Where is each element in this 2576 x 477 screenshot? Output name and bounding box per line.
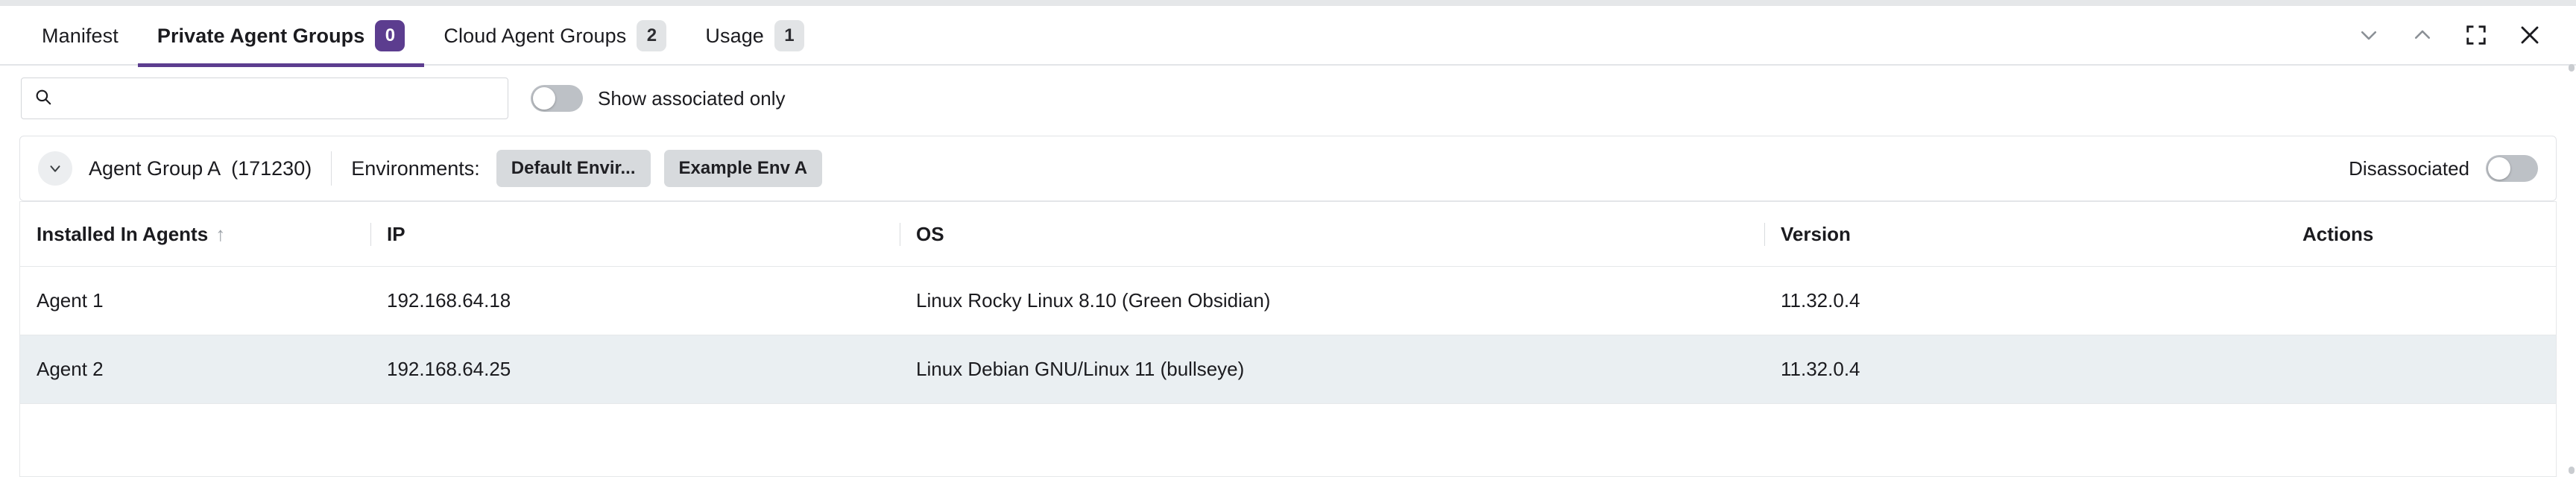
- environment-chip[interactable]: Default Envir...: [496, 150, 651, 187]
- toggle-knob: [2488, 157, 2510, 180]
- cell-os: Linux Debian GNU/Linux 11 (bullseye): [916, 358, 1245, 380]
- column-label: Installed In Agents: [37, 222, 209, 245]
- scrollbar-thumb-bottom[interactable]: [2569, 467, 2575, 474]
- disassociated-label: Disassociated: [2349, 157, 2469, 180]
- cell-agent: Agent 1: [37, 289, 104, 312]
- tab-usage[interactable]: Usage 1: [686, 6, 824, 66]
- divider: [331, 151, 332, 186]
- column-header-os[interactable]: OS: [900, 223, 1764, 246]
- cell-version: 11.32.0.4: [1781, 358, 1860, 380]
- scrollbar-thumb-top[interactable]: [2569, 64, 2575, 72]
- cell-agent: Agent 2: [37, 358, 104, 380]
- search-box[interactable]: [21, 78, 508, 119]
- toolbar: Show associated only: [0, 66, 2576, 131]
- environment-chip[interactable]: Example Env A: [663, 150, 823, 187]
- agent-group-header: Agent Group A (171230) Environments: Def…: [19, 136, 2557, 201]
- cell-ip: 192.168.64.25: [387, 358, 511, 380]
- column-label: IP: [387, 222, 405, 245]
- disassociated-toggle[interactable]: [2486, 155, 2538, 182]
- tab-badge-count: 0: [375, 20, 405, 51]
- cell-ip: 192.168.64.18: [387, 289, 511, 312]
- agent-group-name: Agent Group A: [89, 157, 221, 180]
- tab-label: Usage: [705, 24, 764, 47]
- tab-label: Cloud Agent Groups: [443, 24, 627, 47]
- chevron-down-icon[interactable]: [38, 151, 72, 186]
- column-label: OS: [916, 222, 944, 245]
- table-row[interactable]: Agent 1 192.168.64.18 Linux Rocky Linux …: [20, 267, 2556, 335]
- environments-label: Environments:: [351, 157, 480, 180]
- tab-bar: Manifest Private Agent Groups 0 Cloud Ag…: [0, 6, 2576, 67]
- window-controls: [2342, 6, 2576, 64]
- app-window: Manifest Private Agent Groups 0 Cloud Ag…: [0, 0, 2576, 477]
- table-empty-space: [20, 404, 2556, 477]
- disassociated-toggle-group: Disassociated: [2349, 155, 2538, 182]
- column-header-installed-in-agents[interactable]: Installed In Agents ↑: [20, 223, 370, 246]
- sort-ascending-icon: ↑: [215, 223, 226, 245]
- tab-badge-count: 1: [774, 20, 804, 51]
- toggle-knob: [533, 87, 555, 110]
- show-associated-only-toggle-group: Show associated only: [531, 85, 785, 112]
- agents-table: Installed In Agents ↑ IP OS Version Acti…: [19, 201, 2557, 477]
- tab-label: Private Agent Groups: [157, 24, 365, 47]
- close-icon[interactable]: [2503, 8, 2557, 62]
- chevron-down-icon[interactable]: [2342, 8, 2396, 62]
- window-title-strip: [0, 0, 2576, 6]
- show-associated-only-toggle[interactable]: [531, 85, 583, 112]
- tab-label: Manifest: [42, 24, 119, 47]
- tab-private-agent-groups[interactable]: Private Agent Groups 0: [137, 6, 425, 67]
- environment-chips: Default Envir... Example Env A: [496, 150, 823, 187]
- table-row[interactable]: Agent 2 192.168.64.25 Linux Debian GNU/L…: [20, 335, 2556, 404]
- tab-badge-count: 2: [637, 20, 667, 51]
- cell-os: Linux Rocky Linux 8.10 (Green Obsidian): [916, 289, 1271, 312]
- cell-version: 11.32.0.4: [1781, 289, 1860, 312]
- column-header-actions: Actions: [2286, 223, 2556, 246]
- show-associated-only-label: Show associated only: [598, 86, 786, 110]
- tab-manifest[interactable]: Manifest: [22, 6, 138, 66]
- fullscreen-icon[interactable]: [2449, 8, 2503, 62]
- tab-list: Manifest Private Agent Groups 0 Cloud Ag…: [0, 6, 824, 67]
- search-icon: [34, 87, 53, 110]
- search-input[interactable]: [62, 87, 496, 110]
- column-header-ip[interactable]: IP: [370, 223, 900, 246]
- column-header-version[interactable]: Version: [1764, 223, 2286, 246]
- tab-cloud-agent-groups[interactable]: Cloud Agent Groups 2: [424, 6, 686, 66]
- agent-group-id: (171230): [231, 157, 312, 180]
- table-header-row: Installed In Agents ↑ IP OS Version Acti…: [20, 201, 2556, 267]
- chevron-up-icon[interactable]: [2396, 8, 2449, 62]
- column-label: Actions: [2302, 222, 2374, 245]
- column-label: Version: [1781, 222, 1851, 245]
